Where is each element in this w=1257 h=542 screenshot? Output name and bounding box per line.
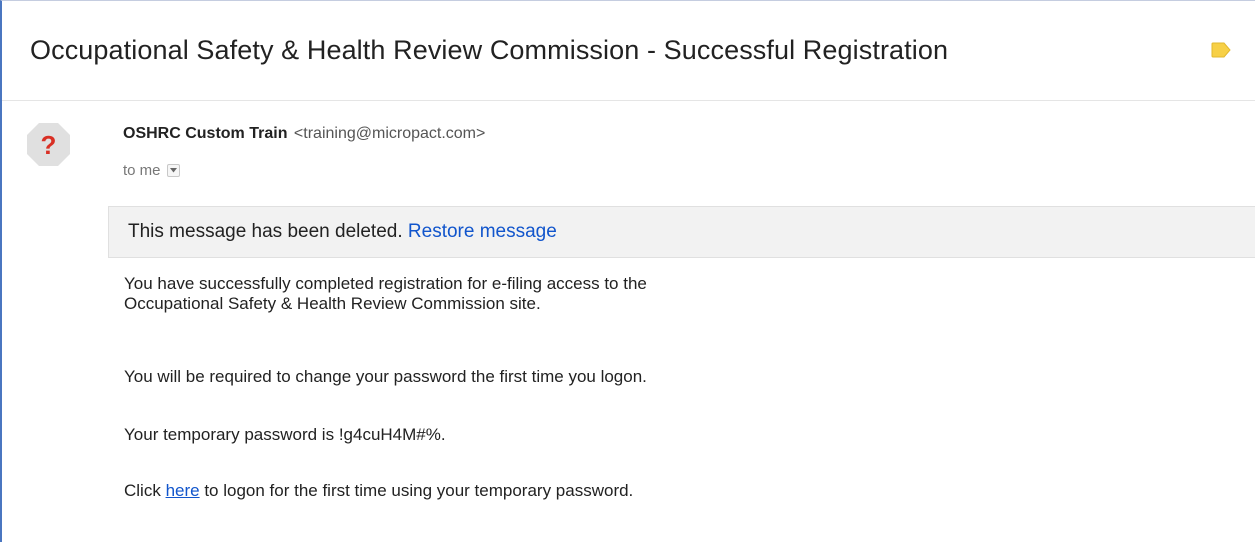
sender-line: OSHRC Custom Train <training@micropact.c…	[123, 125, 485, 143]
deleted-notice-bar: This message has been deleted. Restore m…	[108, 206, 1255, 258]
show-details-button[interactable]	[166, 164, 180, 177]
sender-avatar-icon: ?	[27, 123, 70, 166]
body-paragraph-registration: You have successfully completed registra…	[124, 274, 647, 314]
deleted-notice: This message has been deleted. Restore m…	[128, 221, 557, 243]
recipient-text: to me	[123, 162, 161, 179]
body-paragraph-line: You have successfully completed registra…	[124, 274, 647, 293]
deleted-notice-text: This message has been deleted.	[128, 221, 403, 242]
email-subject: Occupational Safety & Health Review Comm…	[30, 35, 949, 65]
recipient-line: to me	[123, 162, 180, 179]
subject-bar: Occupational Safety & Health Review Comm…	[2, 1, 1255, 101]
body-paragraph-line: Occupational Safety & Health Review Comm…	[124, 294, 541, 313]
chevron-down-icon	[169, 168, 177, 173]
body-paragraph-password-change: You will be required to change your pass…	[124, 367, 647, 386]
logon-suffix: to logon for the first time using your t…	[199, 481, 634, 500]
body-paragraph-logon: Click here to logon for the first time u…	[124, 481, 633, 501]
here-link[interactable]: here	[166, 481, 200, 500]
logon-prefix: Click	[124, 481, 166, 500]
temp-password-value: !g4cuH4M#%.	[338, 425, 446, 444]
restore-message-link[interactable]: Restore message	[408, 221, 557, 242]
sender-email: <training@micropact.com>	[293, 125, 486, 142]
sender-name[interactable]: OSHRC Custom Train	[123, 125, 287, 142]
svg-text:?: ?	[41, 130, 57, 160]
label-tag-icon[interactable]	[1211, 42, 1231, 58]
temp-password-prefix: Your temporary password is	[124, 425, 339, 444]
body-paragraph-temp-password: Your temporary password is !g4cuH4M#%.	[124, 425, 446, 445]
